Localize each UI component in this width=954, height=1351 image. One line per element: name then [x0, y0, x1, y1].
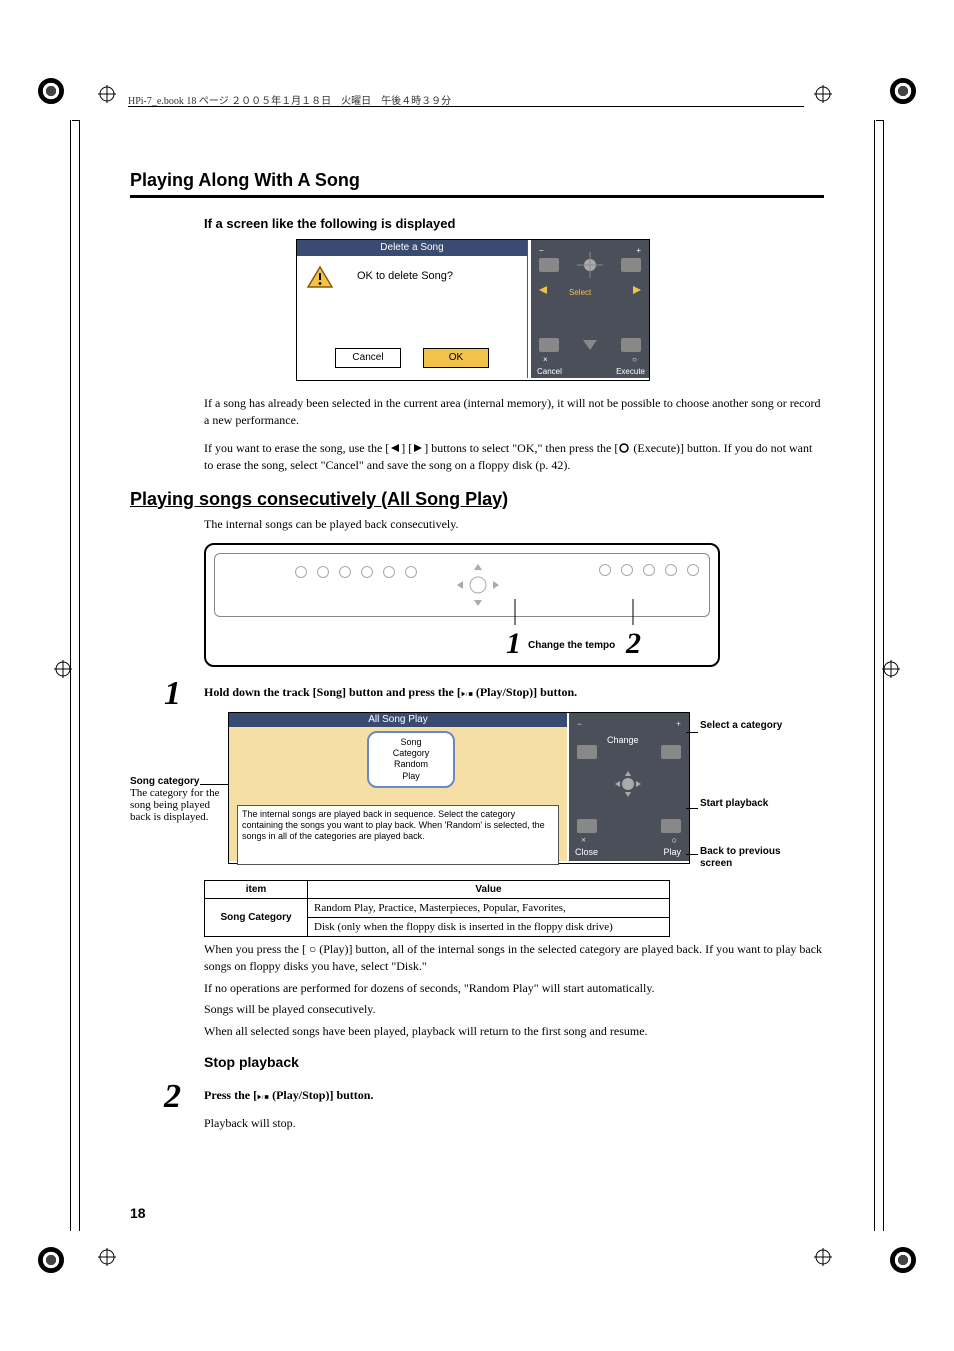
paragraph: When all selected songs have been played…	[204, 1023, 824, 1040]
value-table: itemValue Song Category Random Play, Pra…	[204, 880, 670, 937]
step-2: 2 Press the [/ (Play/Stop)] button.	[130, 1088, 824, 1103]
table-value: Random Play, Practice, Masterpieces, Pop…	[308, 898, 670, 917]
x-label: ×	[543, 355, 548, 364]
step-number: 1	[164, 675, 181, 713]
paragraph: The internal songs can be played back co…	[204, 516, 824, 533]
table-header: item	[205, 880, 308, 898]
x-button[interactable]	[577, 819, 597, 833]
crop-mark-icon	[38, 1247, 64, 1273]
paragraph: Songs will be played consecutively.	[204, 1001, 824, 1018]
table-header: Value	[308, 880, 670, 898]
table-value: Disk (only when the floppy disk is inser…	[308, 917, 670, 936]
o-button[interactable]	[621, 338, 641, 352]
plus-button[interactable]	[661, 745, 681, 759]
panel-figure: 1 Change the tempo 2	[204, 543, 720, 667]
x-button[interactable]	[539, 338, 559, 352]
warning-icon	[307, 266, 333, 288]
play-stop-icon: /	[461, 686, 473, 696]
crop-mark-icon	[890, 78, 916, 104]
left-triangle-icon	[389, 441, 401, 451]
table-key: Song Category	[205, 898, 308, 936]
close-label: Close	[575, 847, 598, 857]
callout-number: 1	[506, 627, 521, 661]
leader-line	[686, 808, 698, 809]
nav-pad: Change − + × ○ Close Play	[569, 713, 689, 861]
delete-song-figure: Delete a Song OK to delete Song? Cancel …	[296, 239, 650, 381]
all-song-play-figure: All Song Play Song Category Random Play …	[228, 712, 690, 864]
annotation-start-playback: Start playback	[700, 798, 790, 810]
section-title: Playing Along With A Song	[130, 170, 824, 191]
dialog-message: OK to delete Song?	[357, 270, 453, 282]
select-label: Select	[569, 288, 591, 297]
minus-button[interactable]	[577, 745, 597, 759]
left-arrow-icon	[537, 284, 549, 296]
category-bubble: Song Category Random Play	[367, 731, 455, 788]
callout-number: 2	[626, 627, 641, 661]
paragraph: If no operations are performed for dozen…	[204, 980, 824, 997]
right-buttons	[599, 564, 699, 576]
registration-mark-icon	[98, 1248, 116, 1266]
cancel-button[interactable]: Cancel	[335, 348, 401, 368]
paragraph: When you press the [ ○ (Play)] button, a…	[204, 941, 824, 976]
paragraph: If you want to erase the song, use the […	[204, 440, 824, 475]
screen-title: All Song Play	[229, 713, 567, 727]
o-label: ○	[632, 355, 637, 364]
mini-heading: Stop playback	[204, 1054, 824, 1070]
tone-buttons	[295, 566, 417, 578]
cancel-label: Cancel	[537, 367, 562, 376]
paragraph: Playback will stop.	[204, 1115, 824, 1132]
svg-text:/: /	[465, 692, 468, 697]
step-text: Press the [/ (Play/Stop)] button.	[204, 1088, 824, 1103]
step-1: 1 Hold down the track [Song] button and …	[130, 685, 824, 700]
ok-button[interactable]: OK	[423, 348, 489, 368]
sub-heading: If a screen like the following is displa…	[204, 216, 824, 231]
o-button[interactable]	[661, 819, 681, 833]
change-label: Change	[607, 735, 639, 745]
execute-label: Execute	[616, 367, 645, 376]
divider	[130, 195, 824, 198]
plus-label: +	[636, 246, 641, 255]
leader-line	[686, 854, 698, 855]
plus-button[interactable]	[621, 258, 641, 272]
play-label: Play	[663, 847, 681, 857]
leader-line	[632, 599, 634, 625]
registration-mark-icon	[882, 660, 900, 678]
joystick-icon	[575, 250, 605, 280]
registration-mark-icon	[814, 1248, 832, 1266]
page-meta: HPi-7_e.book 18 ページ ２００５年１月１８日 火曜日 午後４時３…	[128, 92, 804, 110]
registration-mark-icon	[98, 85, 116, 103]
circle-icon	[618, 441, 630, 451]
minus-label: −	[577, 719, 582, 729]
leader-line	[686, 732, 698, 733]
registration-mark-icon	[54, 660, 72, 678]
page-number: 18	[130, 1205, 146, 1221]
right-triangle-icon	[412, 441, 424, 451]
minus-button[interactable]	[539, 258, 559, 272]
dialog-title: Delete a Song	[297, 240, 527, 256]
minus-label: −	[539, 246, 544, 255]
leader-line	[514, 599, 516, 625]
x-label: ×	[581, 835, 586, 845]
screen-message: The internal songs are played back in se…	[237, 805, 559, 865]
o-label: ○	[672, 835, 677, 845]
step-text: Hold down the track [Song] button and pr…	[204, 685, 824, 700]
crop-mark-icon	[890, 1247, 916, 1273]
crop-mark-icon	[38, 78, 64, 104]
major-heading: Playing songs consecutively (All Song Pl…	[130, 489, 824, 510]
registration-mark-icon	[814, 85, 832, 103]
right-arrow-icon	[631, 284, 643, 296]
svg-text:/: /	[261, 1095, 264, 1100]
callout-text: Change the tempo	[528, 640, 615, 651]
paragraph: If a song has already been selected in t…	[204, 395, 824, 430]
nav-pad: − + Select × ○ Cancel Execute	[531, 240, 649, 378]
plus-label: +	[676, 719, 681, 729]
joystick-panel-icon	[453, 560, 503, 610]
joystick-icon	[613, 769, 643, 799]
down-arrow-icon	[579, 338, 601, 352]
play-stop-icon: /	[257, 1089, 269, 1099]
step-number: 2	[164, 1078, 181, 1116]
annotation-select-category: Select a category	[700, 720, 790, 732]
annotation-back: Back to previous screen	[700, 846, 800, 870]
